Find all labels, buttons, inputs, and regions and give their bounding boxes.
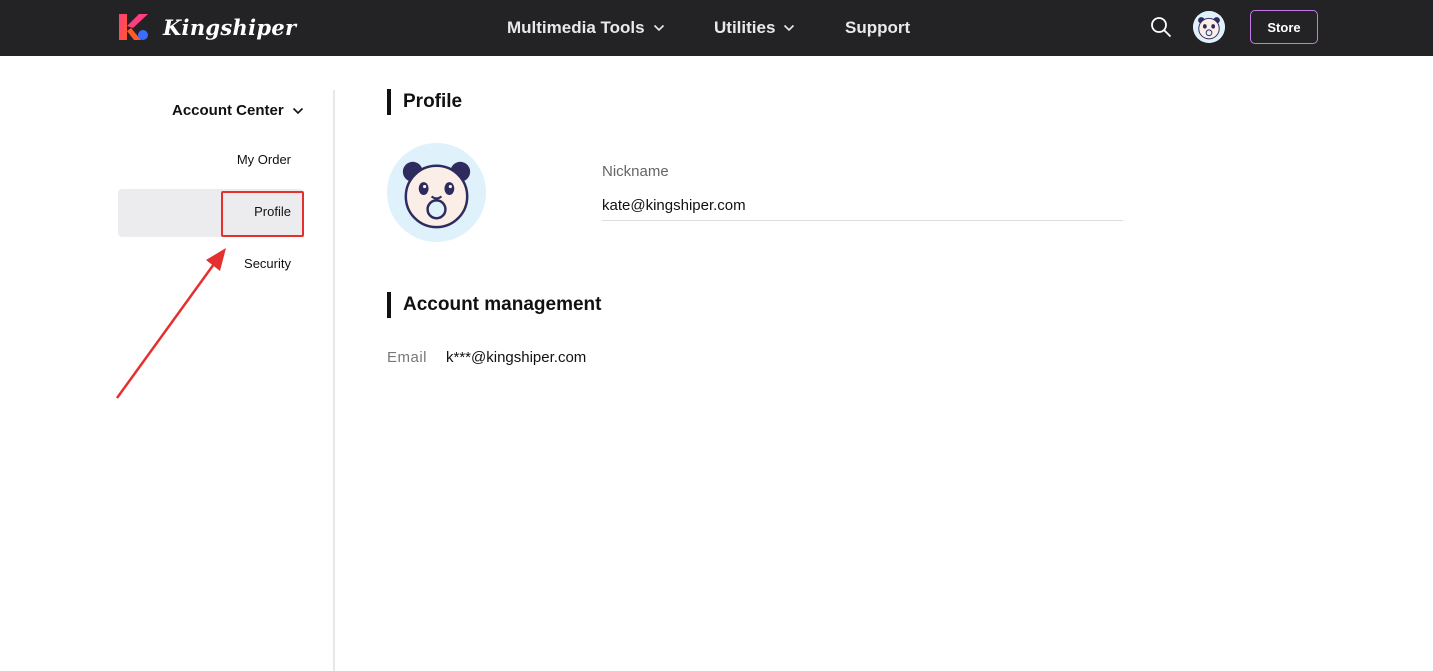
nav-label: Multimedia Tools [507,18,645,37]
email-label: Email [387,349,428,366]
nickname-underline [602,220,1123,221]
user-avatar[interactable] [1193,11,1225,43]
nav-support[interactable]: Support [845,0,910,56]
brand-name: Kingshiper [163,14,297,40]
annotation-arrow-icon [115,248,226,399]
sidebar-item-security[interactable]: Security [244,256,291,271]
chevron-down-icon [784,24,795,32]
account-center-toggle[interactable]: Account Center [172,102,304,119]
profile-avatar[interactable] [387,143,486,242]
sidebar-item-my-order[interactable]: My Order [237,152,291,167]
nav-label: Support [845,18,911,37]
account-center-label: Account Center [172,102,284,119]
profile-section-title: Profile [403,91,463,112]
kingshiper-logo-icon [119,14,148,40]
nav-label: Utilities [714,18,776,37]
section-accent-bar [387,89,391,115]
annotation-highlight-box [221,191,304,237]
section-accent-bar [387,292,391,318]
nav-utilities[interactable]: Utilities [714,0,795,56]
sidebar-divider [333,90,335,671]
panda-avatar-icon [1193,11,1225,43]
nav-multimedia-tools[interactable]: Multimedia Tools [507,0,665,56]
search-icon[interactable] [1150,16,1172,38]
panda-avatar-icon [387,143,486,242]
top-nav-bar: Kingshiper Multimedia Tools Utilities Su… [0,0,1433,56]
brand-logo[interactable]: Kingshiper [117,12,296,42]
nickname-value[interactable]: kate@kingshiper.com [602,197,746,214]
chevron-down-icon [653,24,664,32]
email-value: k***@kingshiper.com [446,349,587,366]
store-button[interactable]: Store [1250,10,1318,44]
account-section-title: Account management [403,294,602,315]
chevron-down-icon [292,107,303,114]
nickname-label: Nickname [602,163,669,180]
